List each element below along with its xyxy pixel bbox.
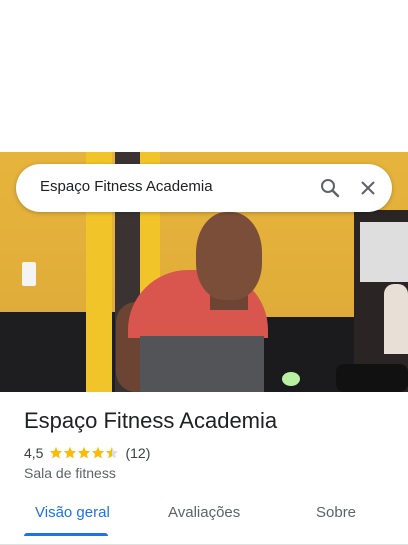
photo-head — [196, 212, 262, 300]
tab-reviews[interactable]: Avaliações — [168, 504, 240, 521]
search-bar[interactable]: Espaço Fitness Academia — [16, 164, 392, 212]
photo-ball — [282, 372, 300, 386]
photo-shirt — [140, 336, 264, 392]
rating-value: 4,5 — [24, 445, 44, 461]
photo-person — [384, 284, 408, 354]
rating-row[interactable]: 4,5 (12) — [24, 444, 150, 462]
search-icon[interactable] — [318, 176, 342, 200]
star-icon — [78, 447, 91, 459]
place-category: Sala de fitness — [24, 465, 116, 481]
close-icon[interactable] — [356, 176, 380, 200]
star-icon — [64, 447, 77, 459]
tab-indicator — [24, 533, 108, 536]
rating-stars — [49, 446, 119, 460]
photo-outlet — [22, 262, 36, 286]
tab-about[interactable]: Sobre — [316, 504, 356, 521]
tab-bar: Visão geral Avaliações Sobre — [0, 496, 408, 545]
tab-overview[interactable]: Visão geral — [35, 504, 110, 521]
place-title: Espaço Fitness Academia — [24, 408, 278, 433]
star-icon — [50, 447, 63, 459]
photo-dumbbells — [336, 364, 408, 392]
search-query[interactable]: Espaço Fitness Academia — [40, 178, 213, 195]
star-icon — [92, 447, 105, 459]
review-count[interactable]: (12) — [125, 445, 150, 461]
photo-window — [360, 222, 408, 282]
star-icon — [106, 447, 119, 459]
